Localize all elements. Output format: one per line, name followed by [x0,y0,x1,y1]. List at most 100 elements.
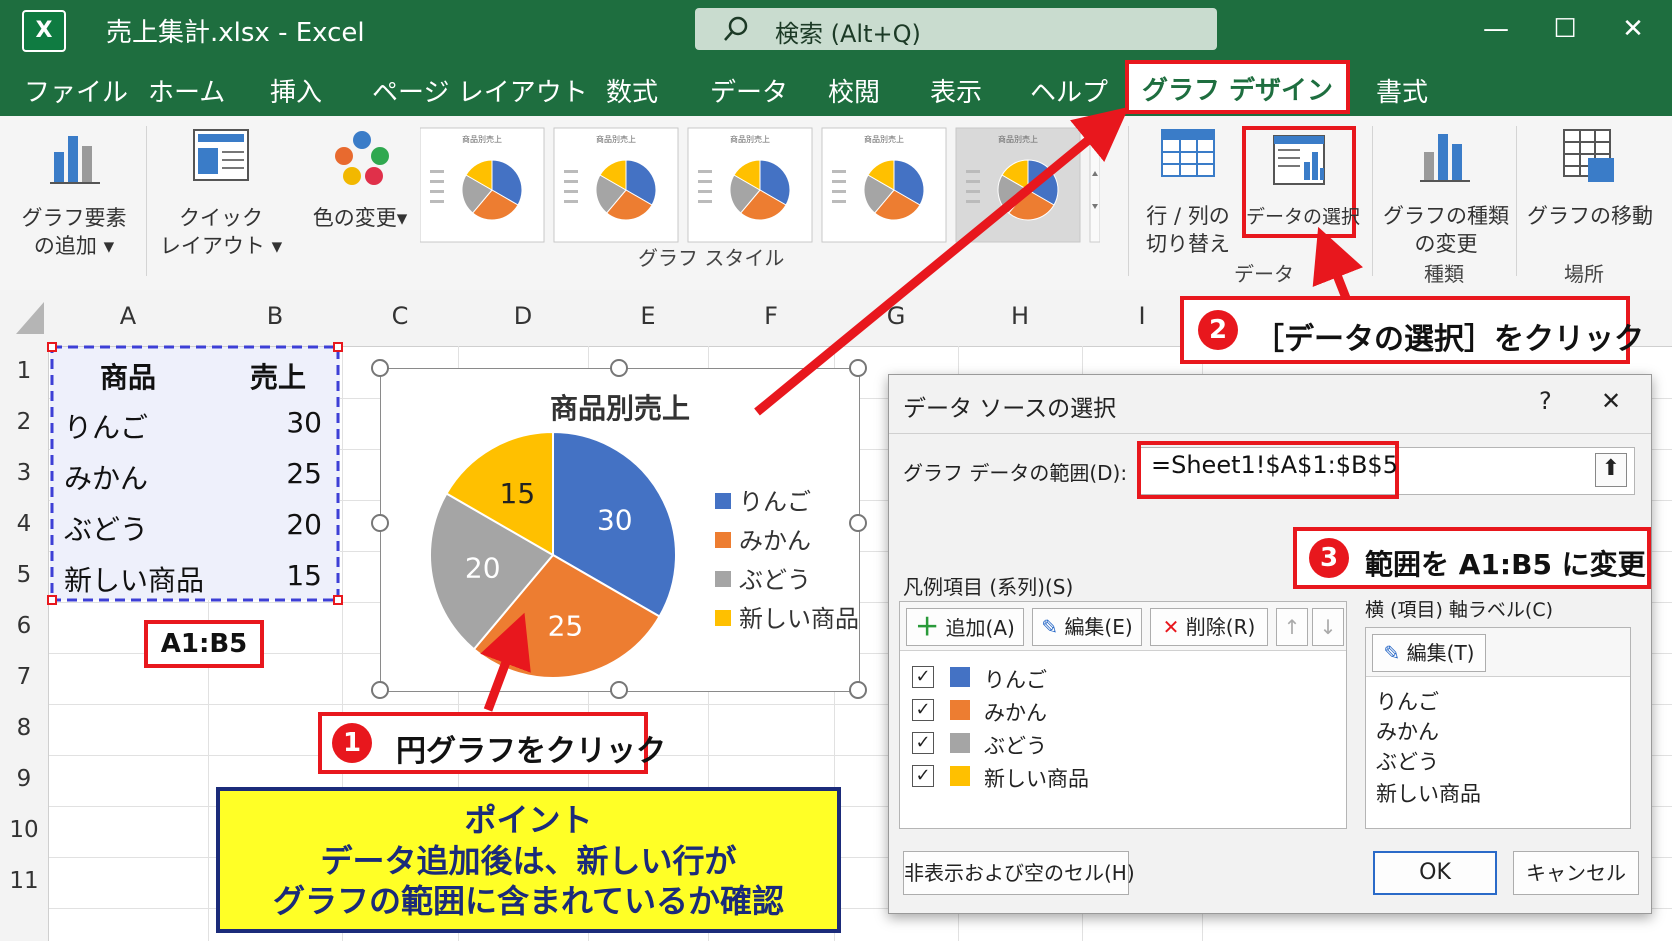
series-checkbox-2[interactable]: ✓ [912,699,934,721]
tab-format[interactable]: 書式 [1376,72,1428,109]
dialog-close-button[interactable]: ✕ [1601,387,1621,415]
row-header-3[interactable]: 3 [0,460,48,486]
chart-style-thumb-3[interactable]: 商品別売上 [687,127,813,243]
point-line1: データ追加後は、新しい行が [320,842,737,880]
series-checkbox-3[interactable]: ✓ [912,732,934,754]
row-header-11[interactable]: 11 [0,868,48,894]
axis-labels-label: 横 (項目) 軸ラベル(C) [1365,599,1553,621]
range-marquee [47,342,343,605]
minimize-button[interactable]: — [1476,12,1516,46]
series-checkbox-1[interactable]: ✓ [912,666,934,688]
hidden-empty-cells-button[interactable]: 非表示および空のセル(H) [903,851,1135,895]
style-thumbnails: 商品別売上 商品別売上 商品別売上 商品別売上 商品別売上 [420,127,1100,243]
ok-button[interactable]: OK [1373,851,1497,895]
row-header-9[interactable]: 9 [0,766,48,792]
column-header-c[interactable]: C [342,302,458,330]
tab-page-layout[interactable]: ページ レイアウト [372,72,588,109]
excel-logo-icon: X [22,10,66,52]
title-bar: X 売上集計.xlsx - Excel 検索 (Alt+Q) — ☐ ✕ [0,0,1672,58]
row-header-10[interactable]: 10 [0,817,48,843]
tab-home[interactable]: ホーム [148,72,225,109]
series-item-2[interactable]: みかん [984,697,1047,727]
row-header-8[interactable]: 8 [0,715,48,741]
data-group-label: データ [1234,262,1294,286]
point-title: ポイント [464,801,593,839]
thumb-title: 商品別売上 [462,134,502,144]
column-header-d[interactable]: D [458,302,588,330]
thumb-title: 商品別売上 [730,134,770,144]
column-header-a[interactable]: A [48,302,208,330]
change-colors-button[interactable]: 色の変更▾ [300,124,420,274]
column-header-f[interactable]: F [708,302,834,330]
edit-series-button[interactable]: ✎ 編集(E) [1032,608,1142,646]
move-up-icon[interactable]: ↑ [1276,608,1308,646]
series-swatch-4 [950,766,970,786]
step3-callout: 3 範囲を A1:B5 に変更 [1293,527,1651,589]
tab-formulas[interactable]: 数式 [606,72,658,109]
column-header-g[interactable]: G [834,302,958,330]
tab-chart-design[interactable]: グラフ デザイン [1125,60,1350,114]
collapse-dialog-icon[interactable]: ⬆ [1595,453,1627,487]
add-chart-element-button[interactable]: グラフ要素 の追加 ▾ [14,124,134,274]
move-chart-button[interactable]: グラフの移動 [1520,124,1660,254]
chart-styles-group-label: グラフ スタイル [638,246,785,270]
column-header-b[interactable]: B [208,302,342,330]
legend-series-label: 凡例項目 (系列)(S) [903,575,1074,599]
axis-item-2[interactable]: みかん [1376,716,1439,746]
series-item-4[interactable]: 新しい商品 [984,763,1089,793]
search-input[interactable]: 検索 (Alt+Q) [695,8,1217,50]
row-header-2[interactable]: 2 [0,409,48,435]
gallery-scroll-icon[interactable] [1089,127,1100,243]
step1-number: 1 [332,723,372,763]
pencil-icon: ✎ [1041,615,1059,639]
row-header-6[interactable]: 6 [0,613,48,639]
tab-data[interactable]: データ [710,72,788,109]
chart-style-thumb-5[interactable]: 商品別売上 [955,127,1081,243]
row-header-5[interactable]: 5 [0,562,48,588]
thumb-title: 商品別売上 [864,134,904,144]
tab-review[interactable]: 校閲 [828,72,880,109]
chart-style-thumb-1[interactable]: 商品別売上 [420,127,545,243]
axis-item-4[interactable]: 新しい商品 [1376,778,1481,808]
series-checkbox-4[interactable]: ✓ [912,765,934,787]
chart-style-thumb-4[interactable]: 商品別売上 [821,127,947,243]
delete-series-button[interactable]: ✕ 削除(R) [1150,608,1268,646]
axis-item-3[interactable]: ぶどう [1376,746,1439,776]
range-label-callout: A1:B5 [144,620,264,668]
axis-item-1[interactable]: りんご [1376,686,1439,716]
series-item-3[interactable]: ぶどう [984,730,1047,760]
row-header-4[interactable]: 4 [0,511,48,537]
step2-text: ［データの選択］をクリック [1254,322,1644,357]
select-data-button[interactable]: データの選択 [1242,126,1360,238]
tab-file[interactable]: ファイル [24,72,128,109]
type-group-label: 種類 [1424,262,1464,286]
chart-style-thumb-2[interactable]: 商品別売上 [553,127,679,243]
row-header-1[interactable]: 1 [0,358,48,384]
close-button[interactable]: ✕ [1613,12,1653,46]
maximize-button[interactable]: ☐ [1545,12,1585,46]
change-chart-type-button[interactable]: グラフの種類 の変更 [1376,124,1516,256]
help-button[interactable]: ? [1539,387,1552,415]
column-header-h[interactable]: H [958,302,1082,330]
tab-insert[interactable]: 挿入 [270,72,322,109]
edit-axis-labels-button[interactable]: ✎ 編集(T) [1372,634,1486,672]
chart-data-range-label: グラフ データの範囲(D): [903,461,1128,485]
chart-element-icon [50,136,100,184]
quick-layout-button[interactable]: クイック レイアウト ▾ [156,124,286,274]
thumb-title: 商品別売上 [596,134,636,144]
select-all-icon[interactable] [14,300,46,336]
step1-text: 円グラフをクリック [396,734,666,769]
move-down-icon[interactable]: ↓ [1312,608,1344,646]
tab-help[interactable]: ヘルプ [1030,72,1108,109]
series-item-1[interactable]: りんご [984,664,1047,694]
column-header-e[interactable]: E [588,302,708,330]
switch-row-column-button[interactable]: 行 / 列の 切り替え [1136,124,1240,256]
row-header-7[interactable]: 7 [0,664,48,690]
search-placeholder: 検索 (Alt+Q) [775,20,921,48]
step3-number: 3 [1309,538,1349,578]
chart-styles-gallery: 商品別売上 商品別売上 商品別売上 商品別売上 商品別売上 グラフ スタイル [420,116,1100,286]
cancel-button[interactable]: キャンセル [1513,851,1639,895]
add-series-button[interactable]: ＋ 追加(A) [906,608,1024,646]
tab-view[interactable]: 表示 [930,72,982,109]
series-swatch-2 [950,700,970,720]
